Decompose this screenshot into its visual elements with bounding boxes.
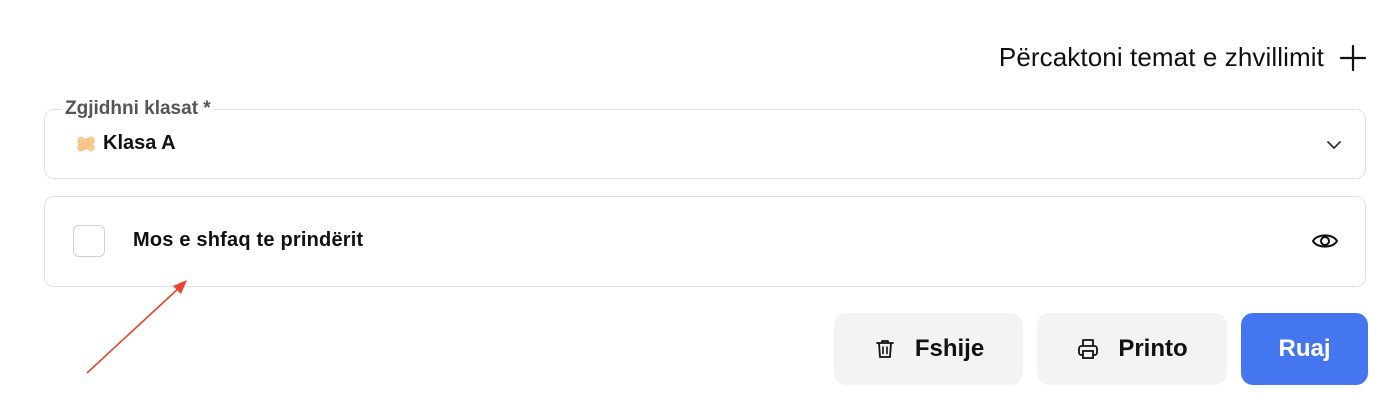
delete-button[interactable]: Fshije	[834, 313, 1023, 385]
plus-icon	[1339, 44, 1367, 71]
hide-from-parents-row: Mos e shfaq te prindërit	[44, 196, 1366, 287]
page: Përcaktoni temat e zhvillimit Zgjidhni k…	[0, 0, 1394, 406]
annotation-arrow	[86, 280, 187, 374]
hide-from-parents-checkbox[interactable]	[73, 225, 105, 257]
selected-class: Klasa A	[75, 132, 176, 155]
class-select[interactable]: Zgjidhni klasat * Klasa A	[44, 97, 1366, 179]
chevron-down-icon[interactable]	[1325, 136, 1343, 154]
save-button[interactable]: Ruaj	[1241, 313, 1368, 385]
save-button-label: Ruaj	[1278, 335, 1331, 362]
print-button[interactable]: Printo	[1037, 313, 1227, 385]
delete-button-label: Fshije	[914, 335, 985, 362]
define-topics-label: Përcaktoni temat e zhvillimit	[998, 42, 1324, 72]
print-button-label: Printo	[1118, 335, 1188, 362]
action-buttons: Fshije Printo Ruaj	[834, 313, 1368, 385]
trash-icon	[875, 340, 894, 358]
printer-icon	[1078, 339, 1099, 359]
selected-class-value: Klasa A	[103, 132, 176, 154]
class-select-label: Zgjidhni klasat *	[62, 97, 214, 121]
eye-icon[interactable]	[1311, 229, 1339, 253]
define-topics-link[interactable]: Përcaktoni temat e zhvillimit	[999, 42, 1368, 73]
hide-from-parents-label: Mos e shfaq te prindërit	[133, 229, 364, 251]
bandage-icon	[77, 136, 95, 151]
